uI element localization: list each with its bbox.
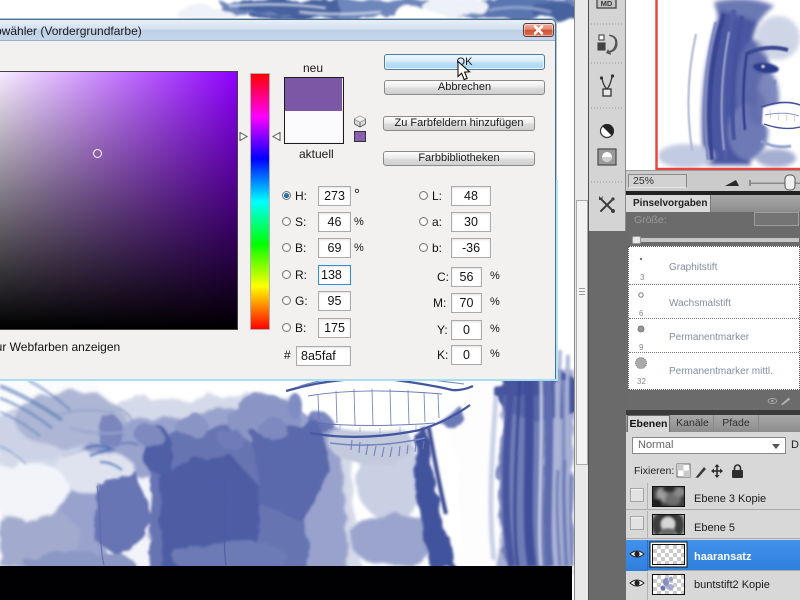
svg-text:MD: MD — [601, 0, 613, 8]
